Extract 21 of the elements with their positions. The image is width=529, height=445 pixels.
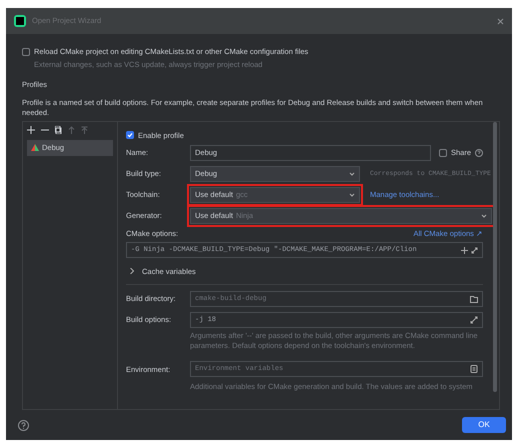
checkbox[interactable]	[438, 148, 447, 157]
close-icon[interactable]	[497, 16, 504, 26]
chevron-right-icon	[129, 268, 134, 274]
checkbox[interactable]	[22, 48, 30, 56]
checkbox[interactable]	[126, 131, 134, 140]
caret-icon	[481, 212, 487, 219]
help-icon[interactable]	[18, 420, 29, 430]
caret-icon	[349, 170, 355, 177]
copy-icon[interactable]	[55, 126, 62, 134]
folder-icon[interactable]	[470, 294, 478, 303]
app-logo-icon	[14, 15, 26, 27]
scrollbar[interactable]	[493, 122, 497, 392]
caret-icon	[349, 192, 355, 198]
help-icon[interactable]	[475, 148, 483, 157]
triangle-icon	[31, 144, 39, 152]
ok-button[interactable]: OK	[462, 417, 506, 433]
document-icon[interactable]	[470, 365, 478, 374]
add-icon[interactable]	[27, 126, 35, 134]
add-icon[interactable]	[461, 246, 468, 254]
expand-icon[interactable]	[470, 316, 478, 324]
expand-icon[interactable]	[471, 246, 478, 254]
